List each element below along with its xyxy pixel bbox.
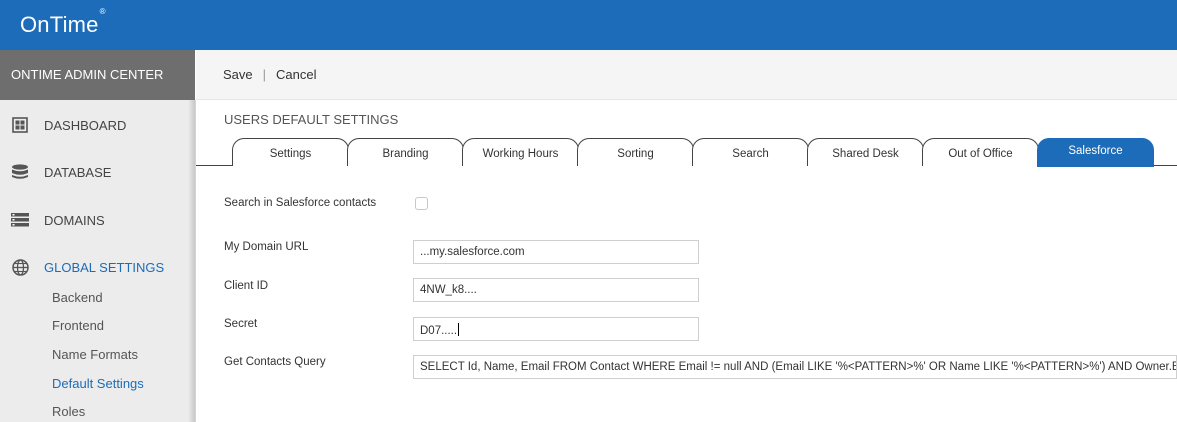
sidebar-item-global-settings[interactable]: GLOBAL SETTINGS [0, 247, 195, 287]
secret-input[interactable]: D07..... [413, 317, 699, 341]
client-id-input[interactable]: 4NW_k8.... [413, 278, 699, 302]
sidebar-subitem-frontend[interactable]: Frontend [52, 318, 104, 333]
top-bar: OnTime® [0, 0, 1177, 50]
sidebar-item-domains[interactable]: DOMAINS [0, 200, 195, 240]
tab-settings[interactable]: Settings [232, 138, 349, 166]
text-caret [458, 323, 460, 336]
save-button[interactable]: Save [223, 67, 253, 82]
sidebar-subitem-name-formats[interactable]: Name Formats [52, 347, 138, 362]
domains-icon [11, 211, 29, 229]
client-id-label: Client ID [224, 280, 269, 292]
database-icon [11, 163, 29, 181]
tab-sorting[interactable]: Sorting [577, 138, 694, 166]
sidebar-item-label: DOMAINS [44, 212, 105, 228]
sidebar-item-label: DASHBOARD [44, 117, 127, 133]
sidebar-item-database[interactable]: DATABASE [0, 152, 195, 192]
sidebar: ONTIME ADMIN CENTER DASHBOARD DATABASE D… [0, 50, 195, 422]
tab-shared-desk[interactable]: Shared Desk [807, 138, 924, 166]
tab-salesforce[interactable]: Salesforce [1037, 138, 1154, 167]
query-input[interactable]: SELECT Id, Name, Email FROM Contact WHER… [413, 355, 1177, 379]
tab-branding[interactable]: Branding [347, 138, 464, 166]
sidebar-item-label: GLOBAL SETTINGS [44, 259, 165, 275]
secret-label: Secret [224, 318, 258, 330]
admin-center-header: ONTIME ADMIN CENTER [0, 50, 195, 100]
tab-out-of-office[interactable]: Out of Office [922, 138, 1039, 166]
dashboard-icon [11, 116, 29, 134]
sidebar-subitem-default-settings[interactable]: Default Settings [52, 376, 144, 391]
globe-icon [11, 258, 29, 276]
tab-search[interactable]: Search [692, 138, 809, 166]
domain-url-input[interactable]: ...my.salesforce.com [413, 240, 699, 264]
cancel-button[interactable]: Cancel [276, 67, 316, 82]
sidebar-shadow [188, 100, 196, 422]
search-contacts-checkbox[interactable] [415, 197, 428, 210]
sidebar-subitem-backend[interactable]: Backend [52, 290, 103, 305]
query-label: Get Contacts Query [224, 356, 326, 368]
search-contacts-label: Search in Salesforce contacts [224, 197, 377, 209]
section-title: USERS DEFAULT SETTINGS [224, 112, 399, 127]
sidebar-subitem-roles[interactable]: Roles [52, 404, 85, 419]
sidebar-item-label: DATABASE [44, 164, 112, 180]
toolbar-separator: | [262, 67, 267, 82]
tab-working-hours[interactable]: Working Hours [462, 138, 579, 166]
sidebar-item-dashboard[interactable]: DASHBOARD [0, 105, 195, 145]
main-content: Save | Cancel USERS DEFAULT SETTINGS Set… [196, 50, 1177, 422]
domain-url-label: My Domain URL [224, 241, 309, 253]
tab-bar: Settings Branding Working Hours Sorting … [232, 138, 1177, 167]
toolbar: Save | Cancel [196, 50, 1177, 100]
ontime-logo[interactable]: OnTime® [20, 7, 106, 38]
